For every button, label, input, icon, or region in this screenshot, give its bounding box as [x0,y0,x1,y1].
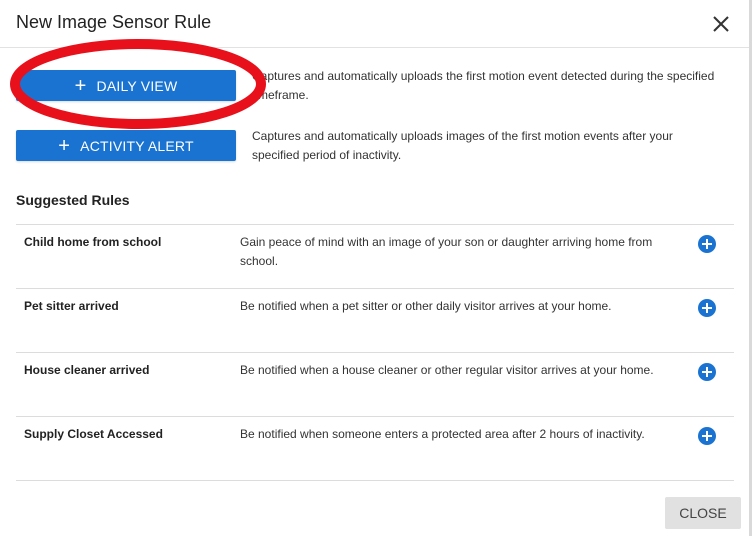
rule-name: Supply Closet Accessed [24,427,163,441]
rule-description: Gain peace of mind with an image of your… [240,235,653,268]
plus-icon: + [74,74,87,97]
plus-icon: + [58,134,71,157]
list-item: Supply Closet Accessed Be notified when … [16,416,734,481]
rule-name: House cleaner arrived [24,363,150,377]
activity-alert-description: Captures and automatically uploads image… [252,129,673,162]
activity-alert-label: ACTIVITY ALERT [80,137,194,154]
dialog-header: New Image Sensor Rule [0,0,749,48]
add-rule-icon[interactable] [698,363,716,381]
close-icon[interactable] [710,13,732,35]
list-item: House cleaner arrived Be notified when a… [16,352,734,416]
suggested-rules-list: Child home from school Gain peace of min… [16,224,734,481]
daily-view-description: Captures and automatically uploads the f… [252,69,715,102]
rule-name: Child home from school [24,235,162,249]
rule-name: Pet sitter arrived [24,299,119,313]
list-item: Pet sitter arrived Be notified when a pe… [16,288,734,352]
new-image-sensor-rule-dialog: New Image Sensor Rule + DAILY VIEW Captu… [0,0,752,536]
rule-description: Be notified when someone enters a protec… [240,427,645,441]
daily-view-label: DAILY VIEW [96,77,178,94]
rule-description: Be notified when a house cleaner or othe… [240,363,654,377]
list-item: Child home from school Gain peace of min… [16,224,734,288]
suggested-rules-title: Suggested Rules [16,192,130,208]
dialog-title: New Image Sensor Rule [16,12,212,32]
add-rule-icon[interactable] [698,427,716,445]
close-button[interactable]: CLOSE [665,497,741,529]
daily-view-button[interactable]: + DAILY VIEW [16,70,236,101]
rule-description: Be notified when a pet sitter or other d… [240,299,612,313]
add-rule-icon[interactable] [698,299,716,317]
activity-alert-button[interactable]: + ACTIVITY ALERT [16,130,236,161]
add-rule-icon[interactable] [698,235,716,253]
